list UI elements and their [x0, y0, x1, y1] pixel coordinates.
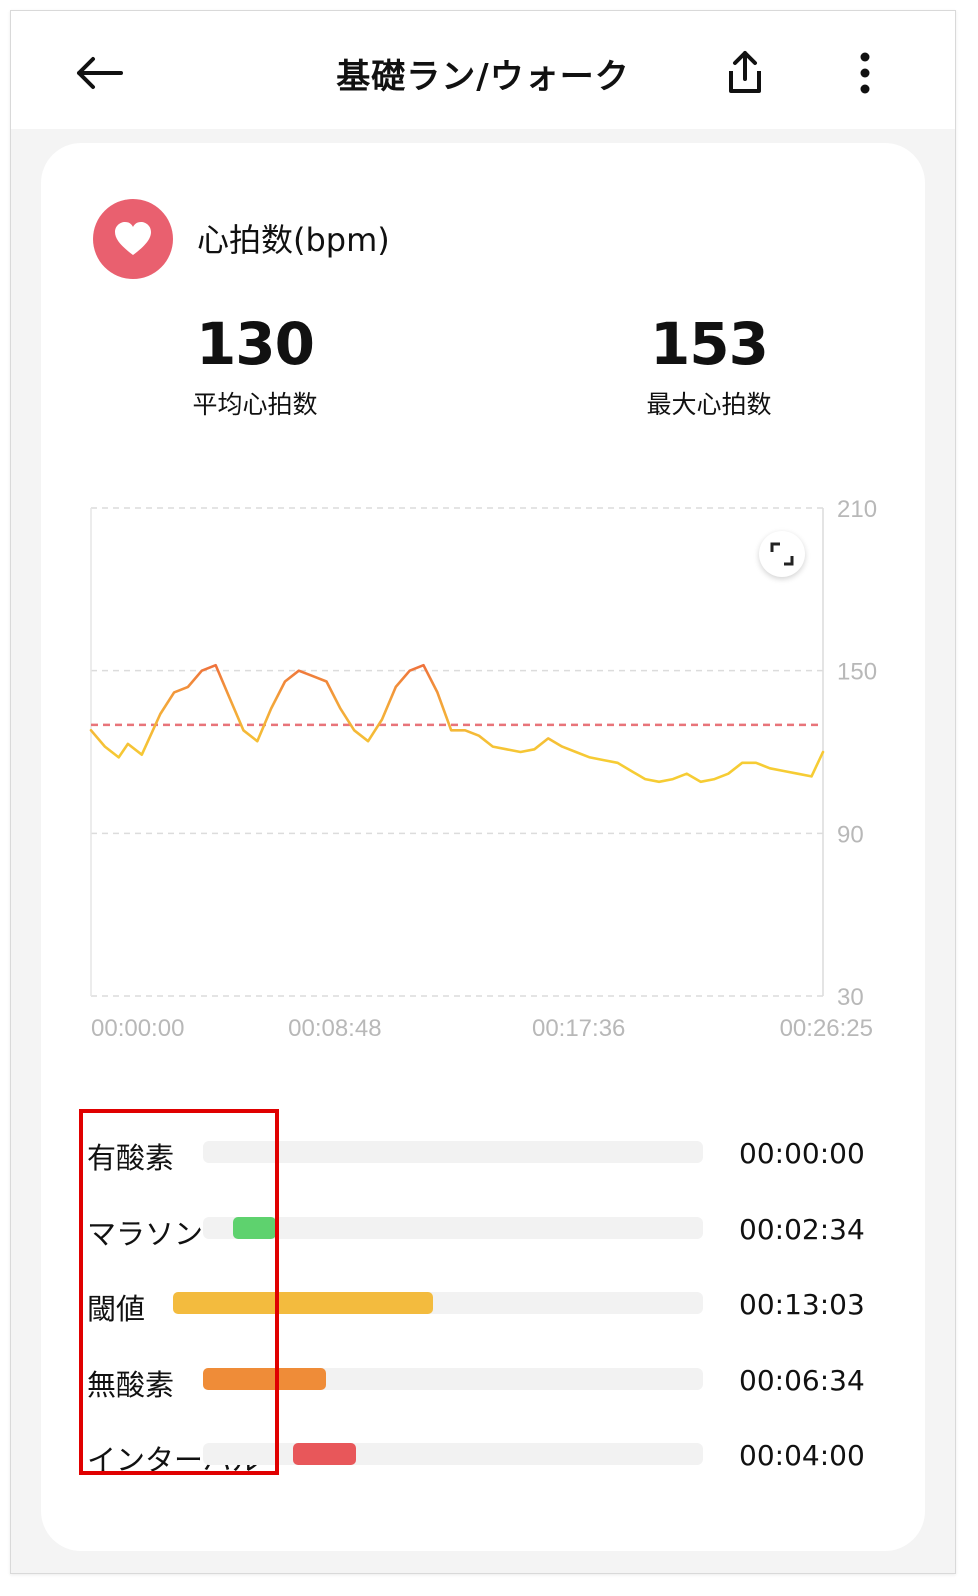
y-tick-label: 30: [837, 984, 864, 1011]
max-heart-rate-value: 153: [649, 310, 769, 378]
page-title: 基礎ラン/ウォーク: [336, 57, 630, 97]
x-tick-label: 00:00:00: [91, 1015, 184, 1042]
max-heart-rate-label: 最大心拍数: [646, 390, 772, 419]
x-tick-label: 00:26:25: [780, 1015, 873, 1042]
zone-time: 00:13:03: [739, 1288, 865, 1321]
back-button[interactable]: [71, 47, 131, 99]
avg-heart-rate-value: 130: [195, 310, 315, 378]
heart-rate-card: 心拍数(bpm) 130 平均心拍数 153 最大心拍数 210 150 90 30 0…: [41, 143, 925, 1551]
share-icon: [729, 51, 761, 93]
heart-rate-line: [89, 663, 825, 784]
share-button[interactable]: [721, 47, 769, 99]
zone-bar-fill: [293, 1443, 356, 1465]
fullscreen-button[interactable]: [759, 531, 805, 577]
heart-badge: [93, 199, 173, 279]
more-vertical-icon: [860, 52, 870, 94]
zone-time: 00:02:34: [739, 1212, 865, 1246]
zone-time: 00:04:00: [739, 1439, 865, 1472]
more-options-button[interactable]: [847, 47, 883, 99]
zone-time: 00:06:34: [739, 1363, 865, 1397]
avg-heart-rate: 130 平均心拍数: [95, 309, 415, 421]
app-frame: 基礎ラン/ウォーク 心拍数(bpm) 130 平均心拍数 153 最大心拍数 2…: [10, 10, 956, 1574]
back-arrow-icon: [77, 57, 123, 89]
expand-icon: [770, 542, 794, 566]
y-tick-label: 210: [837, 496, 877, 523]
y-tick-label: 90: [837, 821, 864, 848]
heart-icon: [115, 222, 151, 255]
highlight-box: [79, 1109, 279, 1475]
y-tick-label: 150: [837, 659, 877, 686]
x-tick-label: 00:17:36: [532, 1015, 625, 1042]
max-heart-rate: 153 最大心拍数: [549, 309, 869, 421]
zone-time: 00:00:00: [739, 1137, 865, 1170]
top-bar: 基礎ラン/ウォーク: [11, 11, 955, 129]
x-tick-label: 00:08:48: [288, 1015, 381, 1042]
avg-heart-rate-label: 平均心拍数: [192, 390, 318, 419]
card-title: 心拍数(bpm): [197, 221, 390, 259]
